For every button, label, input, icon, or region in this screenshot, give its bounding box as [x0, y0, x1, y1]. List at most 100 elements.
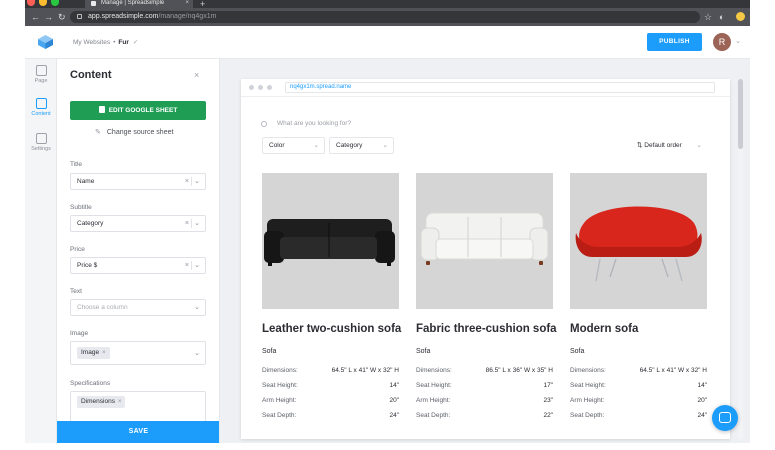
- text-select-placeholder: Choose a column: [77, 304, 128, 311]
- clear-icon[interactable]: ×: [185, 258, 189, 273]
- specifications-field-label: Specifications: [70, 380, 111, 387]
- breadcrumb-my-websites[interactable]: My Websites: [73, 39, 110, 46]
- edit-check-icon[interactable]: ✓: [133, 39, 138, 46]
- spec-value: 17": [543, 382, 553, 389]
- spec-label: Seat Height:: [416, 382, 452, 389]
- search-input[interactable]: What are you looking for?: [277, 120, 351, 127]
- preview-scrollbar[interactable]: [738, 79, 743, 439]
- leather-sofa-image: [264, 219, 395, 266]
- back-arrow-icon[interactable]: ←: [31, 11, 40, 23]
- change-source-sheet-link[interactable]: ✎ Change source sheet: [95, 128, 173, 136]
- rail-item-label: Settings: [31, 146, 51, 152]
- chevron-down-icon[interactable]: ⌄: [735, 37, 741, 45]
- rail-item-settings[interactable]: Settings: [25, 133, 57, 152]
- color-filter[interactable]: Color ⌄: [262, 137, 325, 154]
- product-image[interactable]: [416, 173, 553, 309]
- product-category: Sofa: [570, 348, 585, 355]
- product-card[interactable]: Leather two-cushion sofa Sofa Dimensions…: [262, 173, 401, 427]
- site-favicon-icon: [91, 1, 96, 6]
- rail-item-label: Content: [31, 111, 51, 117]
- product-image[interactable]: [262, 173, 399, 309]
- profile-extension-icon[interactable]: [736, 12, 745, 21]
- minimize-window-icon[interactable]: [39, 0, 47, 6]
- spec-label: Arm Height:: [570, 397, 605, 404]
- sort-select[interactable]: ⇅ Default order ⌄: [630, 137, 708, 154]
- subtitle-select[interactable]: Category × ⌄: [70, 215, 206, 232]
- url-host: app.spreadsimple.com: [88, 13, 159, 20]
- url-path: /manage/nq4gx1m: [158, 13, 217, 20]
- spec-row: Dimensions: 86.5" L x 36" W x 35" H: [416, 367, 553, 382]
- price-select-value: Price $: [77, 262, 98, 269]
- spec-value: 24": [697, 412, 707, 419]
- spec-row: Seat Depth: 24": [570, 412, 707, 427]
- clear-icon[interactable]: ×: [185, 216, 189, 231]
- divider: [191, 261, 192, 270]
- edit-google-sheet-label: EDIT GOOGLE SHEET: [108, 107, 178, 114]
- browser-tab[interactable]: Manage | Spreadsimple ×: [85, 0, 193, 8]
- product-title[interactable]: Fabric three-cushion sofa: [416, 323, 557, 335]
- spec-value: 86.5" L x 36" W x 35" H: [485, 367, 553, 374]
- reload-icon[interactable]: ↻: [58, 11, 66, 23]
- product-title[interactable]: Modern sofa: [570, 323, 707, 335]
- price-select[interactable]: Price $ × ⌄: [70, 257, 206, 274]
- change-source-label: Change source sheet: [106, 129, 174, 136]
- divider: [191, 177, 192, 186]
- extension-icon[interactable]: ◐: [719, 11, 724, 23]
- category-filter[interactable]: Category ⌄: [329, 137, 394, 154]
- image-chip-label: Image: [81, 349, 100, 356]
- bookmark-star-icon[interactable]: ☆: [704, 11, 712, 23]
- tab-close-icon[interactable]: ×: [185, 0, 189, 7]
- title-select[interactable]: Name × ⌄: [70, 173, 206, 190]
- remove-chip-icon[interactable]: ×: [118, 399, 122, 405]
- sort-select-label: Default order: [644, 142, 682, 149]
- close-icon[interactable]: ×: [194, 70, 199, 80]
- title-field-label: Title: [70, 161, 83, 168]
- text-select[interactable]: Choose a column ⌄: [70, 299, 206, 316]
- product-card[interactable]: Fabric three-cushion sofa Sofa Dimension…: [416, 173, 557, 427]
- google-sheets-icon: [98, 106, 105, 113]
- chevron-down-icon[interactable]: ⌄: [194, 346, 200, 361]
- product-card[interactable]: Modern sofa Sofa Dimensions: 64.5" L x 41…: [570, 173, 707, 427]
- app-header: My Websites • Fur ✓ PUBLISH R ⌄: [25, 26, 750, 59]
- product-specs: Dimensions: 86.5" L x 36" W x 35" H Seat …: [416, 367, 553, 427]
- rail-item-page[interactable]: Page: [25, 65, 57, 84]
- preview-url[interactable]: nq4gx1m.spread.name: [285, 82, 715, 93]
- clear-icon[interactable]: ×: [185, 174, 189, 189]
- product-image[interactable]: [570, 173, 707, 309]
- product-specs: Dimensions: 64.5" L x 41" W x 32" H Seat …: [262, 367, 399, 427]
- scrollbar-thumb[interactable]: [738, 79, 743, 149]
- forward-arrow-icon[interactable]: →: [44, 11, 53, 23]
- chevron-down-icon[interactable]: ⌄: [194, 174, 200, 189]
- spec-value: 64.5" L x 41" W x 32" H: [331, 367, 399, 374]
- product-title[interactable]: Leather two-cushion sofa: [262, 323, 401, 335]
- spec-value: 20": [697, 397, 707, 404]
- remove-chip-icon[interactable]: ×: [102, 350, 106, 356]
- spec-row: Seat Height: 17": [416, 382, 553, 397]
- spec-row: Dimensions: 64.5" L x 41" W x 32" H: [262, 367, 399, 382]
- zoom-window-icon[interactable]: [51, 0, 59, 6]
- rail-item-label: Page: [34, 78, 48, 84]
- spec-label: Dimensions:: [570, 367, 606, 374]
- chevron-down-icon[interactable]: ⌄: [194, 258, 200, 273]
- chevron-down-icon[interactable]: ⌄: [194, 300, 200, 315]
- image-select[interactable]: Image × ⌄: [70, 341, 206, 365]
- spec-label: Seat Height:: [570, 382, 606, 389]
- rail-item-content[interactable]: Content: [25, 98, 57, 117]
- spreadsimple-logo-icon[interactable]: [37, 34, 54, 50]
- avatar[interactable]: R: [713, 33, 731, 51]
- chevron-down-icon: ⌄: [696, 142, 702, 149]
- product-category: Sofa: [416, 348, 431, 355]
- chevron-down-icon[interactable]: ⌄: [194, 216, 200, 231]
- chat-support-button[interactable]: [712, 405, 738, 431]
- spec-row: Seat Height: 14": [570, 382, 707, 397]
- lock-icon: [77, 14, 82, 19]
- spec-row: Seat Depth: 22": [416, 412, 553, 427]
- subtitle-field-label: Subtitle: [70, 204, 92, 211]
- save-button[interactable]: SAVE: [57, 421, 219, 443]
- divider: [191, 219, 192, 228]
- address-bar[interactable]: app.spreadsimple.com/manage/nq4gx1m: [70, 11, 700, 23]
- close-window-icon[interactable]: [27, 0, 35, 6]
- spec-label: Arm Height:: [416, 397, 451, 404]
- publish-button[interactable]: PUBLISH: [647, 33, 702, 51]
- edit-google-sheet-button[interactable]: EDIT GOOGLE SHEET: [70, 101, 206, 120]
